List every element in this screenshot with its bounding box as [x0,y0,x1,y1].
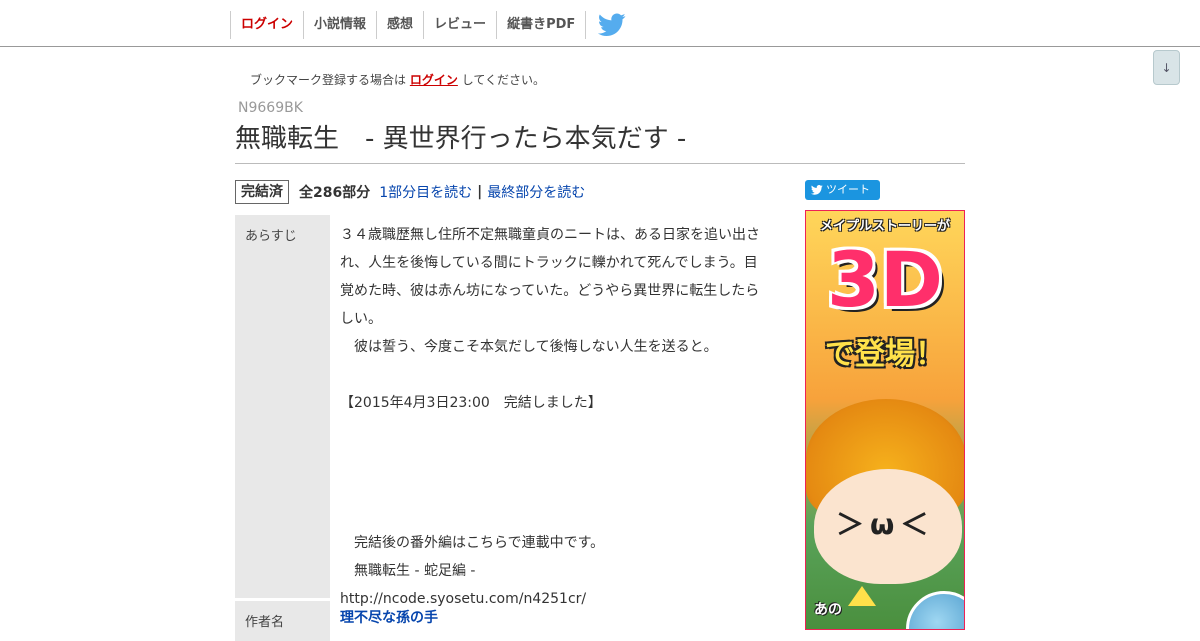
synopsis-line: 覚めた時、彼は赤ん坊になっていた。どうやら異世界に転生したら [340,283,760,299]
synopsis-line: 【2015年4月3日23:00 完結しました】 [340,395,602,411]
author-name-link[interactable]: 理不尽な孫の手 [340,607,438,627]
parts-count: 全286部分 [299,185,371,201]
status-badge: 完結済 [235,180,289,204]
title-divider [235,163,965,164]
synopsis-blank-line [340,361,765,389]
synopsis-blank-line [340,501,765,529]
tweet-button-label: ツイート [826,183,870,196]
synopsis-line: ３４歳職歴無し住所不定無職童貞のニートは、ある日家を追い出さ [340,227,760,243]
bookmark-suffix: してください。 [461,73,545,87]
read-first-part-link[interactable]: 1部分目を読む [379,182,472,202]
nav-review-link[interactable]: レビュー [423,11,496,39]
novel-title: 無職転生 - 異世界行ったら本気だす - [235,124,687,154]
novel-code: N9669BK [238,100,303,116]
ad-big-text: 3D [827,235,943,324]
top-navigation: ログイン 小説情報 感想 レビュー 縦書きPDF [0,0,1200,47]
bookmark-login-link[interactable]: ログイン [410,73,458,87]
synopsis-line: 完結後の番外編はこちらで連載中です。 [340,535,605,551]
synopsis-line: 無職転生 - 蛇足編 - [340,563,476,579]
link-separator: | [477,184,483,200]
synopsis-line: れ、人生を後悔している間にトラックに轢かれて死んでしまう。目 [340,255,758,271]
nav-vertical-pdf-link[interactable]: 縦書きPDF [496,11,587,39]
mushroom-expression: ＞ω＜ [836,508,935,541]
synopsis-line: しい。 [340,311,382,327]
nav-novel-info-link[interactable]: 小説情報 [303,11,376,39]
author-label: 作者名 [235,601,330,641]
twitter-bird-icon [810,185,823,195]
nav-impressions-link[interactable]: 感想 [376,11,423,39]
bookmark-prefix: ブックマーク登録する場合は [250,73,407,87]
advertisement-banner[interactable]: メイプルストーリーが 3D で登場！ ＞ω＜ あの [805,210,965,630]
ad-sub-text: で登場！ [825,337,945,372]
synopsis-blank-line [340,473,765,501]
synopsis-label: あらすじ [235,215,330,598]
nav-login-link[interactable]: ログイン [230,11,303,39]
globe-image [906,591,964,629]
ad-headline: メイプルストーリーが [819,219,950,234]
ad-bottom-text: あの [814,602,842,618]
status-row: 完結済 全286部分 1部分目を読む | 最終部分を読む [235,180,585,204]
synopsis-blank-line [340,445,765,473]
synopsis-text: ３４歳職歴無し住所不定無職童貞のニートは、ある日家を追い出さ れ、人生を後悔して… [340,221,765,613]
read-last-part-link[interactable]: 最終部分を読む [487,182,585,202]
nav-list: ログイン 小説情報 感想 レビュー 縦書きPDF [230,11,587,39]
tweet-button[interactable]: ツイート [805,180,880,200]
scroll-down-button[interactable]: ↓ [1153,50,1180,85]
synopsis-line: 彼は誓う、今度こそ本気だして後悔しない人生を送ると。 [340,339,718,355]
synopsis-blank-line [340,417,765,445]
arrow-up-icon [848,586,876,606]
twitter-bird-icon[interactable] [598,13,626,37]
bookmark-notice: ブックマーク登録する場合は ログイン してください。 [250,71,545,89]
